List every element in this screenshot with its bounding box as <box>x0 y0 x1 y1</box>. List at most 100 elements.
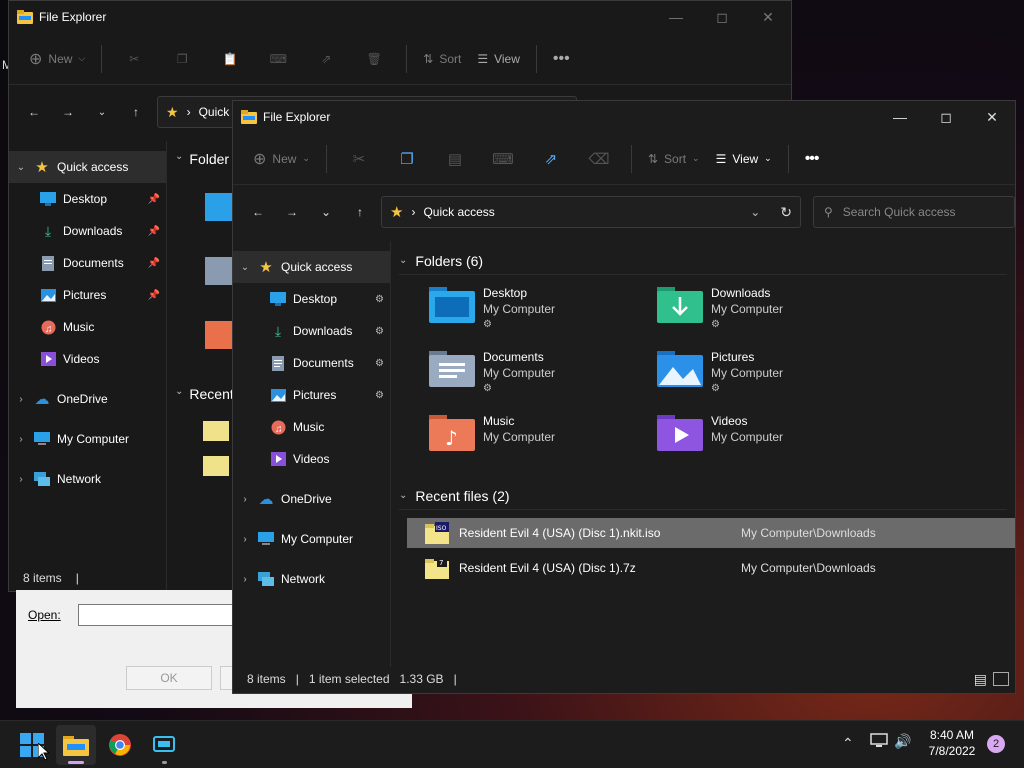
share-button[interactable]: ⇗ <box>527 143 575 175</box>
recent-file-row[interactable]: 7 Resident Evil 4 (USA) (Disc 1).7z My C… <box>407 553 1015 583</box>
folder-tile-pictures[interactable]: Pictures My Computer ⚙ <box>657 349 877 409</box>
sidebar-item-documents[interactable]: Documents 📌 <box>9 247 166 279</box>
close-button[interactable]: ✕ <box>969 101 1015 133</box>
delete-button[interactable]: ⌫ <box>575 143 623 175</box>
more-options-button[interactable]: ••• <box>545 43 578 75</box>
forward-icon[interactable]: → <box>51 96 85 128</box>
maximize-button[interactable]: ◻ <box>923 101 969 133</box>
more-options-button[interactable]: ••• <box>797 143 827 175</box>
chevron-down-icon[interactable]: ⌄ <box>233 262 257 273</box>
separator <box>630 144 632 173</box>
folder-tile-music[interactable]: ♪ Music My Computer <box>429 413 649 473</box>
up-icon[interactable]: ↑ <box>343 196 377 228</box>
chevron-right-icon[interactable]: › <box>9 394 33 405</box>
clock[interactable]: 8:40 AM 7/8/2022 <box>922 727 982 759</box>
sort-button[interactable]: ⇅ Sort <box>415 43 469 75</box>
sidebar-item-pictures[interactable]: Pictures 📌 <box>9 279 166 311</box>
sidebar-item-downloads[interactable]: ⤓ Downloads 📌 <box>9 215 166 247</box>
minimize-button[interactable]: — <box>877 101 923 133</box>
new-button[interactable]: ⊕ New ⌄ <box>245 143 318 175</box>
close-button[interactable]: ✕ <box>745 1 791 33</box>
folder-tile-downloads[interactable]: Downloads My Computer ⚙ <box>657 285 877 345</box>
folder-tile-videos[interactable]: Videos My Computer <box>657 413 877 473</box>
sidebar-item-videos[interactable]: Videos <box>233 443 390 475</box>
chevron-right-icon[interactable]: › <box>233 534 257 545</box>
details-view-icon[interactable]: ▤ <box>974 671 987 688</box>
recent-file-row[interactable]: ISO Resident Evil 4 (USA) (Disc 1).nkit.… <box>407 518 1015 548</box>
up-icon[interactable]: ↑ <box>119 96 153 128</box>
paste-button[interactable]: 📋 <box>206 43 254 75</box>
sidebar-item-network[interactable]: › Network <box>9 463 166 495</box>
back-icon[interactable]: ← <box>241 196 275 228</box>
app-taskbar-button[interactable] <box>144 725 184 765</box>
sidebar-item-my-computer[interactable]: › My Computer <box>233 523 390 555</box>
chevron-right-icon[interactable]: › <box>233 574 257 585</box>
search-box[interactable]: ⚲ Search Quick access <box>813 196 1015 228</box>
folder-tile-desktop[interactable]: Desktop My Computer ⚙ <box>429 285 649 345</box>
recent-locations-icon[interactable]: ⌄ <box>85 96 119 128</box>
recent-locations-icon[interactable]: ⌄ <box>309 196 343 228</box>
notification-badge[interactable]: 2 <box>987 735 1005 753</box>
front-explorer-window[interactable]: File Explorer — ◻ ✕ ⊕ New ⌄ ✂ ❐ ▤ ⌨ ⇗ ⌫ ⇅ S… <box>232 100 1016 694</box>
back-icon[interactable]: ← <box>17 96 51 128</box>
chrome-taskbar-button[interactable] <box>100 725 140 765</box>
sidebar-item-music[interactable]: ♫ Music <box>233 411 390 443</box>
search-input[interactable]: Search Quick access <box>843 205 956 219</box>
sidebar-item-documents[interactable]: Documents ⚙ <box>233 347 390 379</box>
section-header-recent-files[interactable]: ⌄ Recent files (2) <box>399 482 1007 510</box>
chevron-right-icon[interactable]: › <box>233 494 257 505</box>
sidebar-item-desktop[interactable]: Desktop ⚙ <box>233 283 390 315</box>
view-button[interactable]: ☰ View <box>469 43 528 75</box>
folder-thumb-desktop <box>205 193 235 221</box>
sidebar-item-music[interactable]: ♫ Music <box>9 311 166 343</box>
pin-icon[interactable]: ⚙ <box>375 358 384 369</box>
show-hidden-icons-button[interactable]: ⌃ <box>842 735 854 752</box>
chevron-down-icon[interactable]: ⌄ <box>9 162 33 173</box>
file-explorer-taskbar-button[interactable] <box>56 725 96 765</box>
pin-icon[interactable]: ⚙ <box>375 390 384 401</box>
sidebar-item-desktop[interactable]: Desktop 📌 <box>9 183 166 215</box>
section-header-folders[interactable]: ⌄ Folders (6) <box>399 247 1007 275</box>
chevron-right-icon[interactable]: › <box>9 474 33 485</box>
network-status-icon[interactable] <box>870 733 888 752</box>
pin-icon[interactable]: ⚙ <box>375 294 384 305</box>
copy-button[interactable]: ❐ <box>158 43 206 75</box>
volume-icon[interactable]: 🔊 <box>894 733 911 750</box>
address-bar[interactable]: ★ › Quick access ⌄ ↻ <box>381 196 801 228</box>
rename-button[interactable]: ⌨ <box>254 43 302 75</box>
sidebar-item-videos[interactable]: Videos <box>9 343 166 375</box>
paste-button[interactable]: ▤ <box>431 143 479 175</box>
sort-button[interactable]: ⇅ Sort ⌄ <box>640 143 708 175</box>
cut-button[interactable]: ✂ <box>335 143 383 175</box>
maximize-button[interactable]: ◻ <box>699 1 745 33</box>
share-button[interactable]: ⇗ <box>302 43 350 75</box>
new-button[interactable]: ⊕ New ⌵ <box>21 43 93 75</box>
minimize-button[interactable]: — <box>653 1 699 33</box>
chevron-right-icon[interactable]: › <box>9 434 33 445</box>
folder-tile-documents[interactable]: Documents My Computer ⚙ <box>429 349 649 409</box>
network-icon <box>33 470 51 488</box>
copy-button[interactable]: ❐ <box>383 143 431 175</box>
refresh-icon[interactable]: ↻ <box>780 204 792 221</box>
rename-button[interactable]: ⌨ <box>479 143 527 175</box>
title-bar[interactable]: File Explorer — ◻ ✕ <box>9 1 791 33</box>
section-header-folders[interactable]: ⌄ Folder <box>175 151 229 167</box>
sidebar-item-pictures[interactable]: Pictures ⚙ <box>233 379 390 411</box>
ok-button[interactable]: OK <box>126 666 212 690</box>
cut-button[interactable]: ✂ <box>110 43 158 75</box>
sidebar-item-onedrive[interactable]: › ☁ OneDrive <box>9 383 166 415</box>
title-bar[interactable]: File Explorer — ◻ ✕ <box>233 101 1015 133</box>
section-header-recent[interactable]: ⌄ Recent <box>175 386 234 402</box>
delete-button[interactable]: 🗑 <box>350 43 398 75</box>
sidebar-item-my-computer[interactable]: › My Computer <box>9 423 166 455</box>
tiles-view-icon[interactable] <box>993 672 1009 686</box>
pin-icon[interactable]: ⚙ <box>375 326 384 337</box>
sidebar-item-quick-access[interactable]: ⌄ ★ Quick access <box>9 151 166 183</box>
sidebar-item-quick-access[interactable]: ⌄ ★ Quick access <box>233 251 390 283</box>
address-dropdown-icon[interactable]: ⌄ <box>750 205 760 219</box>
sidebar-item-onedrive[interactable]: › ☁ OneDrive <box>233 483 390 515</box>
forward-icon[interactable]: → <box>275 196 309 228</box>
sidebar-item-network[interactable]: › Network <box>233 563 390 595</box>
sidebar-item-downloads[interactable]: ⤓ Downloads ⚙ <box>233 315 390 347</box>
view-button[interactable]: ☰ View ⌄ <box>708 143 780 175</box>
